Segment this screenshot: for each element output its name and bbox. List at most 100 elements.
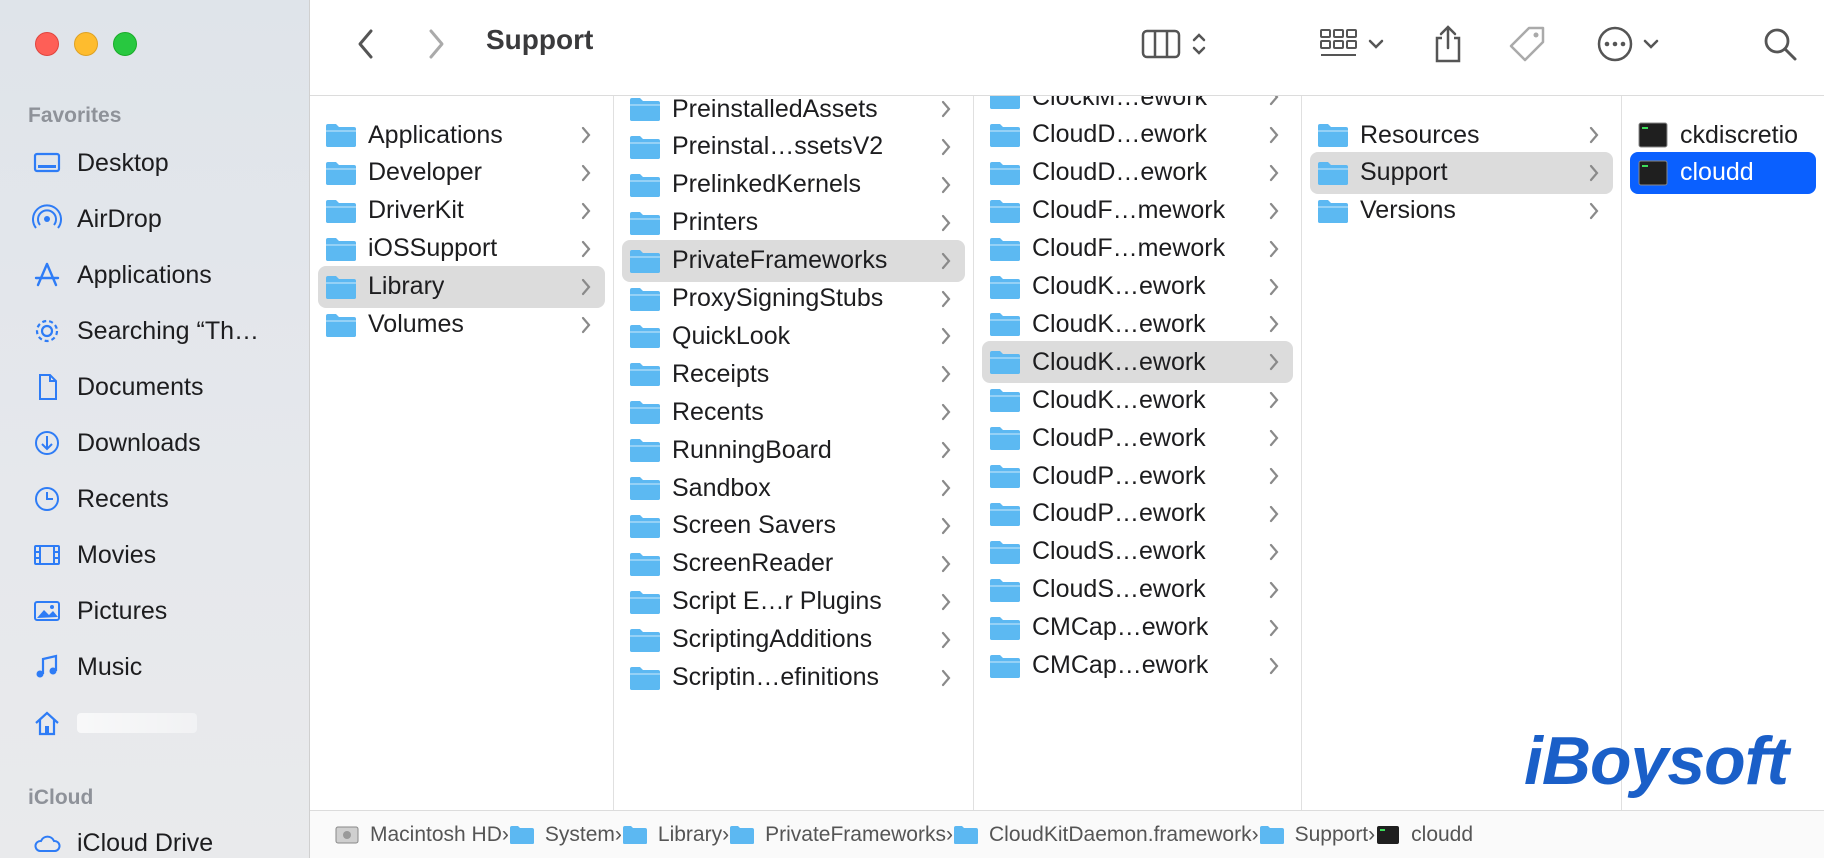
sidebar-item-home[interactable] — [32, 703, 282, 743]
sidebar-item-movies[interactable]: Movies — [32, 535, 282, 575]
sidebar-item-downloads[interactable]: Downloads — [32, 423, 282, 463]
tag-icon — [1509, 26, 1545, 62]
folder-icon — [324, 197, 358, 225]
share-icon — [1435, 25, 1461, 63]
list-item[interactable]: CloudD…ework — [982, 152, 1293, 194]
column-5[interactable]: ckdiscretio cloudd — [1622, 96, 1824, 810]
breadcrumb-item[interactable]: System — [509, 823, 615, 847]
column-4[interactable]: Resources Support Versions — [1302, 96, 1622, 810]
list-item[interactable]: Scriptin…efinitions — [622, 657, 965, 699]
breadcrumb-item[interactable]: Macintosh HD — [334, 823, 502, 847]
share-button[interactable] — [1426, 22, 1470, 66]
list-item[interactable]: CMCap…ework — [982, 607, 1293, 649]
list-item[interactable]: CloudF…mework — [982, 228, 1293, 270]
breadcrumb-item[interactable]: CloudKitDaemon.framework — [953, 823, 1252, 847]
sidebar-item-searching[interactable]: Searching “Th… — [32, 311, 282, 351]
sidebar-item-label: Desktop — [77, 148, 169, 177]
sidebar-item-label: Recents — [77, 484, 169, 513]
folder-icon — [988, 159, 1022, 187]
sidebar-item-pictures[interactable]: Pictures — [32, 591, 282, 631]
search-button[interactable] — [1758, 22, 1802, 66]
list-item[interactable]: Support — [1310, 151, 1613, 194]
list-item[interactable]: PrelinkedKernels — [622, 164, 965, 206]
list-item[interactable]: Applications — [318, 114, 605, 156]
forward-button[interactable] — [414, 22, 458, 66]
breadcrumb-separator: › — [1368, 822, 1376, 846]
list-item[interactable]: QuickLook — [622, 315, 965, 357]
sidebar-item-label: Music — [77, 652, 143, 681]
breadcrumb-label: Macintosh HD — [370, 822, 502, 846]
list-item[interactable]: CloudP…ework — [982, 493, 1293, 535]
tag-button[interactable] — [1502, 22, 1552, 66]
list-item[interactable]: Screen Savers — [622, 505, 965, 547]
item-label: PreinstalledAssets — [672, 96, 878, 123]
list-item[interactable]: Receipts — [622, 353, 965, 395]
list-item[interactable]: CloudK…ework — [982, 303, 1293, 345]
list-item[interactable]: Developer — [318, 152, 605, 194]
item-label: cloudd — [1680, 158, 1754, 187]
sidebar-item-music[interactable]: Music — [32, 647, 282, 687]
sidebar-item-desktop[interactable]: Desktop — [32, 143, 282, 183]
list-item[interactable]: Preinstal…ssetsV2 — [622, 126, 965, 168]
group-button[interactable] — [1314, 22, 1390, 66]
list-item[interactable]: CloudS…ework — [982, 531, 1293, 573]
list-item[interactable]: CloudK…ework — [982, 341, 1293, 384]
column-1[interactable]: Applications Developer DriverKit iOSSupport… — [310, 96, 614, 810]
breadcrumb-item[interactable]: PrivateFrameworks — [729, 823, 946, 847]
list-item[interactable]: Script E…r Plugins — [622, 581, 965, 623]
executable-icon — [1636, 121, 1670, 149]
breadcrumb-item[interactable]: Library — [622, 823, 722, 847]
chevron-right-icon — [579, 238, 593, 260]
close-button[interactable] — [35, 32, 59, 56]
list-item[interactable]: CloudD…ework — [982, 114, 1293, 156]
list-item[interactable]: ScreenReader — [622, 543, 965, 585]
more-actions-button[interactable] — [1590, 22, 1666, 66]
sidebar-item-recents[interactable]: Recents — [32, 479, 282, 519]
chevron-right-icon — [579, 124, 593, 146]
folder-icon — [628, 96, 662, 123]
sidebar-item-documents[interactable]: Documents — [32, 367, 282, 407]
list-item[interactable]: CloudP…ework — [982, 417, 1293, 459]
list-item[interactable]: Printers — [622, 202, 965, 244]
list-item[interactable]: RunningBoard — [622, 429, 965, 471]
list-item[interactable]: Sandbox — [622, 467, 965, 509]
column-2[interactable]: PreinstalledAssets Preinstal…ssetsV2 Preli… — [614, 96, 974, 810]
minimize-button[interactable] — [74, 32, 98, 56]
back-button[interactable] — [344, 22, 388, 66]
zoom-button[interactable] — [113, 32, 137, 56]
list-item[interactable]: CMCap…ework — [982, 645, 1293, 687]
folder-icon — [628, 171, 662, 199]
list-item[interactable]: PrivateFrameworks — [622, 239, 965, 282]
column-3[interactable]: ClockM…ework CloudD…ework CloudD…ework Clou… — [974, 96, 1302, 810]
list-item[interactable]: ckdiscretio — [1630, 114, 1816, 156]
folder-icon — [628, 664, 662, 692]
item-label: Recents — [672, 397, 764, 426]
executable-icon — [1636, 159, 1670, 187]
list-item[interactable]: CloudK…ework — [982, 379, 1293, 421]
list-item[interactable]: cloudd — [1630, 151, 1816, 194]
folder-icon — [628, 247, 662, 275]
chevron-right-icon — [939, 363, 953, 385]
chevron-down-icon — [1643, 39, 1659, 49]
list-item[interactable]: CloudS…ework — [982, 569, 1293, 611]
list-item[interactable]: CloudP…ework — [982, 455, 1293, 497]
list-item[interactable]: DriverKit — [318, 190, 605, 232]
sidebar-item-airdrop[interactable]: AirDrop — [32, 199, 282, 239]
breadcrumb-item[interactable]: Support — [1259, 823, 1368, 847]
list-item[interactable]: iOSSupport — [318, 228, 605, 270]
list-item[interactable]: Volumes — [318, 304, 605, 346]
list-item[interactable]: CloudK…ework — [982, 266, 1293, 308]
list-item[interactable]: ProxySigningStubs — [622, 278, 965, 320]
list-item[interactable]: Library — [318, 265, 605, 308]
view-mode-button[interactable] — [1130, 22, 1220, 66]
list-item[interactable]: Recents — [622, 391, 965, 433]
list-item[interactable]: CloudF…mework — [982, 190, 1293, 232]
breadcrumb-item[interactable]: cloudd — [1375, 823, 1473, 847]
list-item[interactable]: Versions — [1310, 190, 1613, 232]
sidebar-item-icloud-drive[interactable]: iCloud Drive — [32, 823, 282, 858]
list-item[interactable]: Resources — [1310, 114, 1613, 156]
breadcrumb-label: System — [544, 822, 615, 846]
list-item[interactable]: ScriptingAdditions — [622, 619, 965, 661]
list-item[interactable]: PreinstalledAssets — [622, 96, 965, 130]
sidebar-item-applications[interactable]: Applications — [32, 255, 282, 295]
